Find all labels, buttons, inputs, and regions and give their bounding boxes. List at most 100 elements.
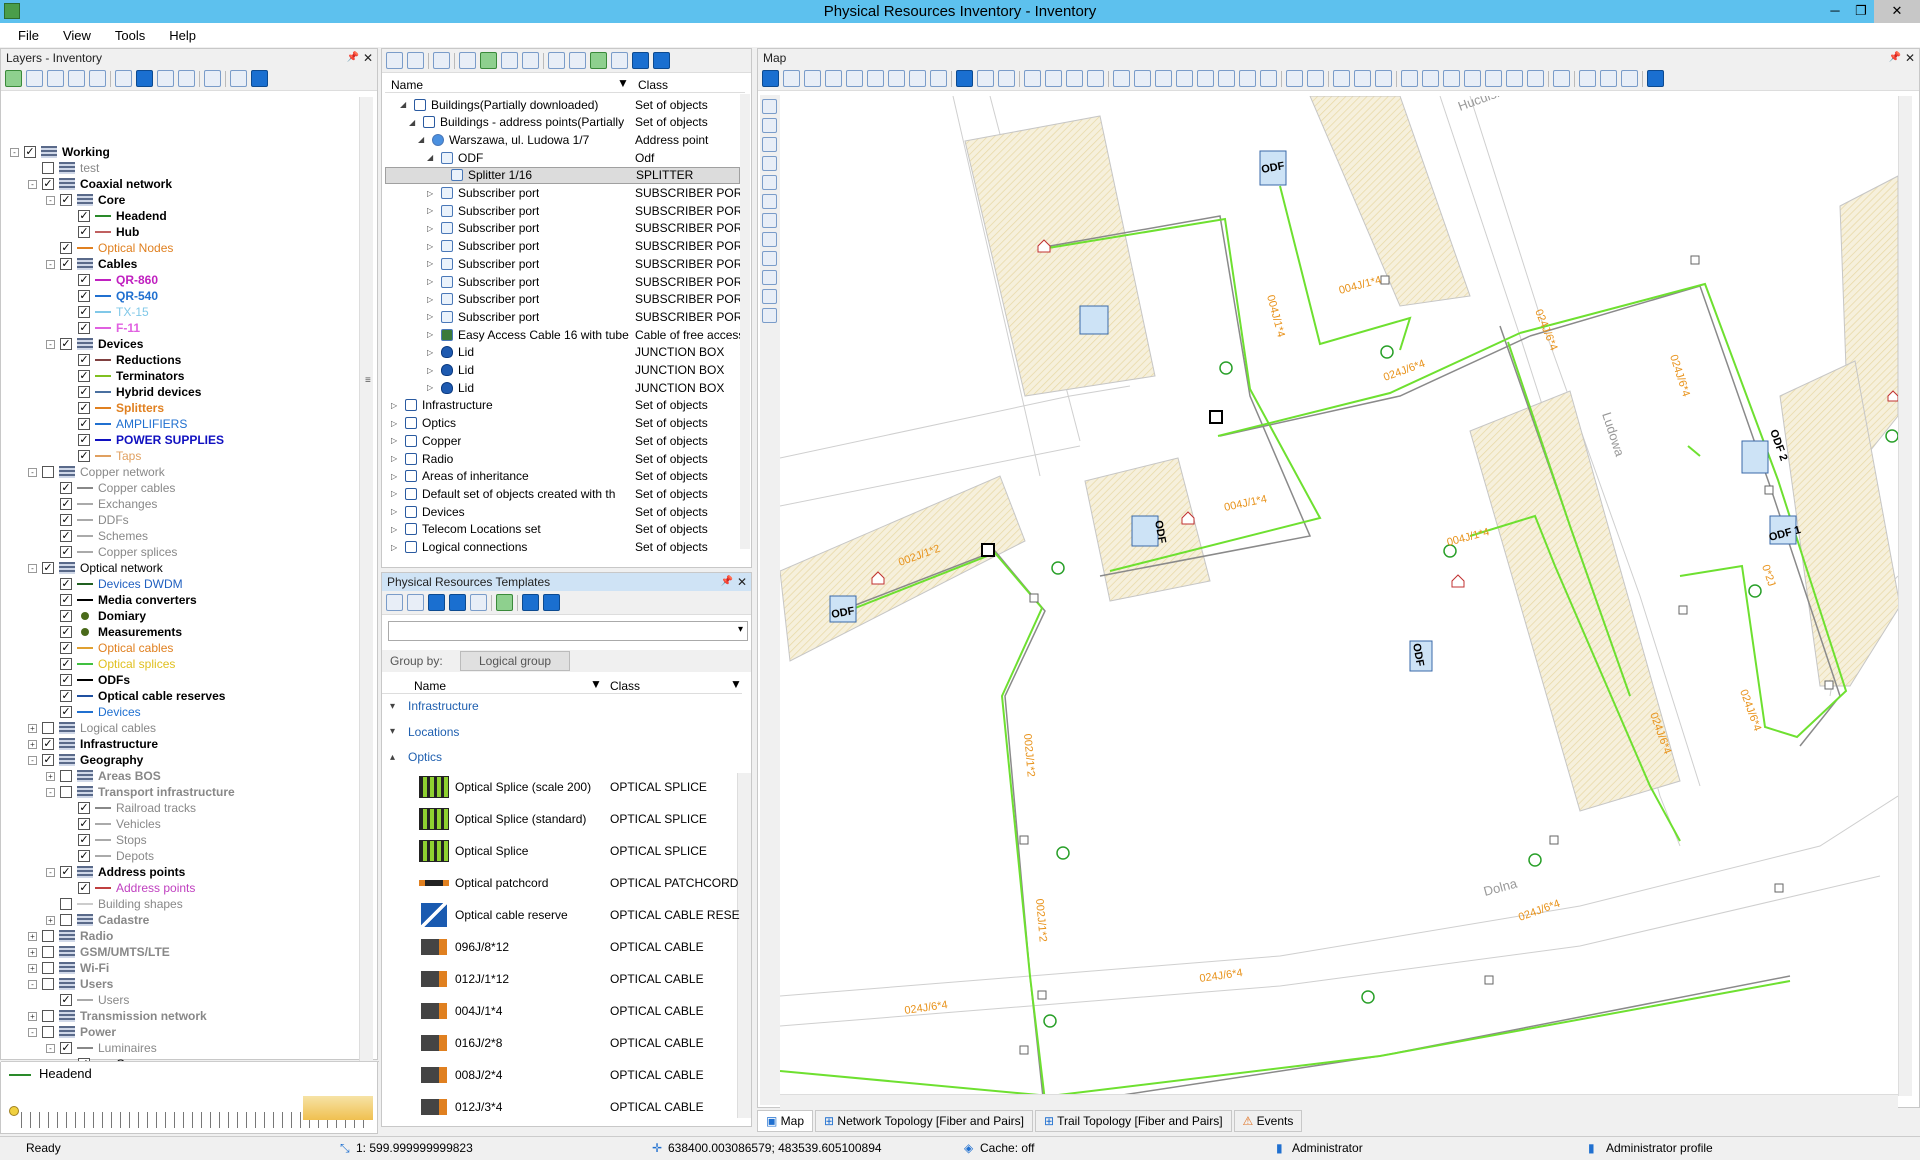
move-icon[interactable] xyxy=(1464,70,1481,87)
tree-row[interactable]: Splitter 1/16 SPLITTER xyxy=(385,166,740,184)
layer-row[interactable]: + Transmission network xyxy=(28,1008,207,1024)
layer-checkbox[interactable]: ✓ xyxy=(78,818,90,830)
collapse-icon[interactable]: - xyxy=(46,259,55,269)
close-icon[interactable]: ✕ xyxy=(1905,49,1915,67)
layer-checkbox[interactable]: ✓ xyxy=(78,418,90,430)
layer-row[interactable]: ✓ TX-15 xyxy=(64,304,149,320)
layer-checkbox[interactable]: ✓ xyxy=(60,658,72,670)
layer-checkbox[interactable]: ✓ xyxy=(60,498,72,510)
copy-icon[interactable] xyxy=(1401,70,1418,87)
map-canvas[interactable]: ODF ODF ODF ODF ODF 2 ODF 1 004J/1*4 024… xyxy=(780,96,1898,1096)
layer-row[interactable]: ✓ Reductions xyxy=(64,352,181,368)
filter-add-icon[interactable] xyxy=(1375,70,1392,87)
layer-row[interactable]: ✓ Address points xyxy=(64,880,195,896)
merge-icon[interactable] xyxy=(762,289,777,304)
template-item[interactable]: Optical Splice (standard) OPTICAL SPLICE xyxy=(385,803,740,835)
layer-checkbox[interactable]: ✓ xyxy=(60,1042,72,1054)
expand-arrow-icon[interactable]: ▷ xyxy=(391,543,401,552)
gear-icon[interactable] xyxy=(522,52,539,69)
link-icon[interactable] xyxy=(470,594,487,611)
layer-checkbox[interactable]: ✓ xyxy=(78,226,90,238)
table-icon[interactable] xyxy=(1527,70,1544,87)
layer-checkbox[interactable] xyxy=(42,978,54,990)
pin-icon[interactable]: 📌 xyxy=(721,573,733,591)
layer-checkbox[interactable]: ✓ xyxy=(60,546,72,558)
layer-checkbox[interactable]: ✓ xyxy=(42,178,54,190)
template-item[interactable]: 096J/8*12 OPTICAL CABLE xyxy=(385,931,740,963)
search-icon[interactable] xyxy=(653,52,670,69)
expand-arrow-icon[interactable]: ▷ xyxy=(427,259,437,268)
collapse-icon[interactable]: - xyxy=(46,867,55,877)
layer-checkbox[interactable] xyxy=(42,1026,54,1038)
move-up-icon[interactable] xyxy=(115,70,132,87)
layer-checkbox[interactable]: ✓ xyxy=(60,242,72,254)
filter-icon[interactable] xyxy=(89,70,106,87)
template-group[interactable]: ▴ Optics xyxy=(390,748,442,766)
template-filter-select[interactable]: ▾ xyxy=(388,621,748,641)
layer-row[interactable]: ✓ Users xyxy=(46,992,129,1008)
print-preview-icon[interactable] xyxy=(1600,70,1617,87)
layer-checkbox[interactable] xyxy=(42,962,54,974)
cut-icon[interactable] xyxy=(762,308,777,323)
template-group[interactable]: ▾ Infrastructure xyxy=(390,697,479,715)
trace-icon[interactable] xyxy=(1307,70,1324,87)
layer-row[interactable]: ✓ AMPLIFIERS xyxy=(64,416,187,432)
expand-arrow-icon[interactable]: ▷ xyxy=(391,472,401,481)
layer-row[interactable]: ✓ Railroad tracks xyxy=(64,800,196,816)
tree-row[interactable]: ▷ Subscriber port SUBSCRIBER PORT xyxy=(385,238,740,255)
tab-trail-topology[interactable]: ⊞ Trail Topology [Fiber and Pairs] xyxy=(1034,1110,1232,1132)
search-icon[interactable] xyxy=(251,70,268,87)
layer-checkbox[interactable]: ✓ xyxy=(78,290,90,302)
template-item[interactable]: 012J/1*12 OPTICAL CABLE xyxy=(385,963,740,995)
back-icon[interactable] xyxy=(956,70,973,87)
layer-row[interactable]: - Transport infrastructure xyxy=(46,784,235,800)
layer-row[interactable]: ✓ Headend xyxy=(64,208,167,224)
layer-row[interactable]: - ✓ Devices xyxy=(46,336,143,352)
select-icon[interactable] xyxy=(888,70,905,87)
save-icon[interactable] xyxy=(1553,70,1570,87)
layer-row[interactable]: - ✓ Core xyxy=(46,192,125,208)
expand-arrow-icon[interactable]: ▷ xyxy=(391,489,401,498)
layer-checkbox[interactable]: ✓ xyxy=(78,450,90,462)
full-icon[interactable] xyxy=(1087,70,1104,87)
layer-row[interactable]: + ✓ Infrastructure xyxy=(28,736,158,752)
layer-checkbox[interactable] xyxy=(42,722,54,734)
label-icon[interactable] xyxy=(1485,70,1502,87)
ungroup-icon[interactable] xyxy=(178,70,195,87)
export-icon[interactable] xyxy=(204,70,221,87)
layer-row[interactable]: ✓ Taps xyxy=(64,448,141,464)
collapse-arrow-icon[interactable]: ◢ xyxy=(409,118,419,127)
expand-icon[interactable]: + xyxy=(46,915,55,925)
group-icon[interactable] xyxy=(449,594,466,611)
splitter-grip-icon[interactable]: ≡ xyxy=(365,375,373,389)
layer-row[interactable]: ✓ Vehicles xyxy=(64,816,161,832)
maximize-button[interactable]: ❐ xyxy=(1848,0,1874,23)
tree-row[interactable]: ▷ Lid JUNCTION BOX xyxy=(385,344,740,361)
remove-icon[interactable] xyxy=(762,251,777,266)
minimize-button[interactable]: ─ xyxy=(1822,0,1848,23)
layer-row[interactable]: ✓ Optical Nodes xyxy=(46,240,173,256)
expand-arrow-icon[interactable]: ▷ xyxy=(391,401,401,410)
binoculars-icon[interactable] xyxy=(501,52,518,69)
menu-file[interactable]: File xyxy=(6,28,51,43)
select-poly-icon[interactable] xyxy=(1155,70,1172,87)
expand-icon[interactable]: + xyxy=(28,931,37,941)
collapse-icon[interactable]: - xyxy=(46,1043,55,1053)
menu-tools[interactable]: Tools xyxy=(103,28,157,43)
tree-row[interactable]: ▷ Logical connections Set of objects xyxy=(385,539,740,556)
zoom-extent-icon[interactable] xyxy=(762,70,779,87)
expand-arrow-icon[interactable]: ▷ xyxy=(427,224,437,233)
layer-checkbox[interactable] xyxy=(60,898,72,910)
export-icon[interactable] xyxy=(590,52,607,69)
tree-row[interactable]: ▷ Subscriber port SUBSCRIBER PORT xyxy=(385,202,740,219)
edit-attr-icon[interactable] xyxy=(1218,70,1235,87)
layer-row[interactable]: ✓ Stops xyxy=(64,832,147,848)
tree-row[interactable]: ◢ Warszawa, ul. Ludowa 1/7 Address point xyxy=(385,131,740,148)
layer-checkbox[interactable]: ✓ xyxy=(60,578,72,590)
layer-checkbox[interactable] xyxy=(42,946,54,958)
delete-icon[interactable] xyxy=(1443,70,1460,87)
expand-arrow-icon[interactable]: ▷ xyxy=(427,366,437,375)
edit-icon[interactable] xyxy=(407,52,424,69)
expand-icon[interactable] xyxy=(1066,70,1083,87)
tree-row[interactable]: ▷ Subscriber port SUBSCRIBER PORT xyxy=(385,185,740,202)
